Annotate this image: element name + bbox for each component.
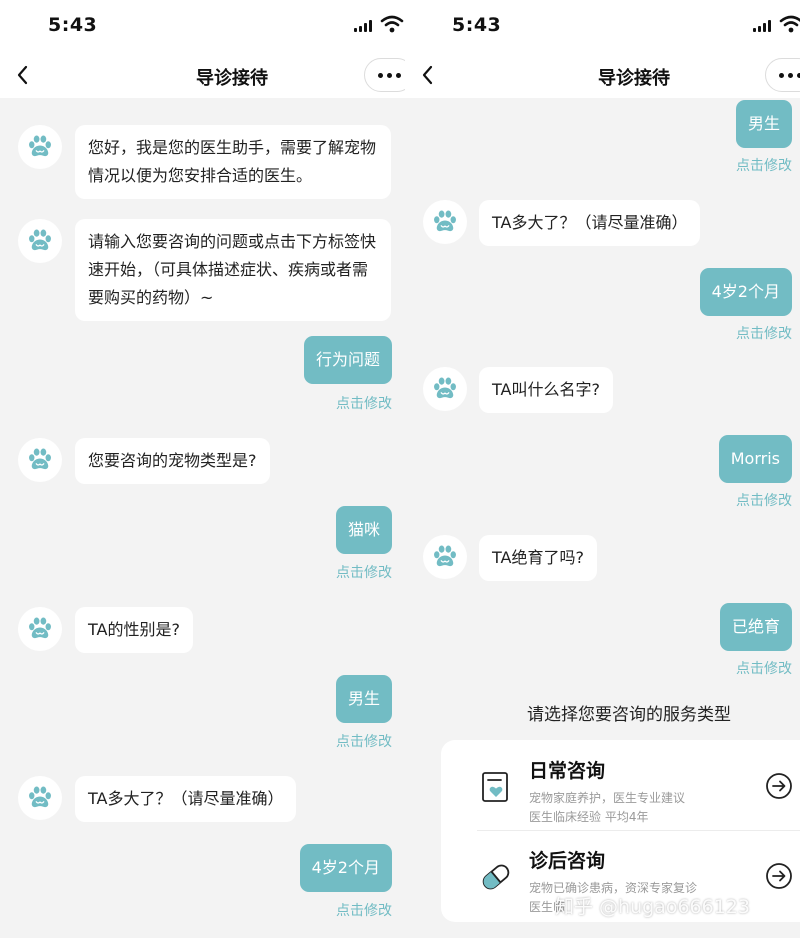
bot-message: TA叫什么名字? — [479, 367, 613, 413]
arrow-right-circle-icon[interactable] — [765, 772, 793, 800]
modify-link[interactable]: 点击修改 — [736, 658, 792, 678]
signal-icon — [354, 20, 372, 32]
more-menu-button[interactable] — [765, 58, 800, 92]
signal-icon — [753, 20, 771, 32]
modify-link[interactable]: 点击修改 — [336, 900, 392, 920]
service-type-prompt: 请选择您要咨询的服务类型 — [527, 705, 731, 725]
paw-icon — [430, 207, 460, 237]
service-desc: 宠物家庭养护，医生专业建议 — [529, 791, 686, 805]
service-name: 诊后咨询 — [529, 850, 606, 872]
service-option-daily[interactable]: 日常咨询 宠物家庭养护，医生专业建议 医生临床经验 平均4年 — [441, 742, 800, 830]
user-message: 4岁2个月 — [699, 268, 792, 316]
doctor-avatar — [18, 607, 62, 651]
wifi-icon — [380, 15, 404, 33]
doctor-avatar — [18, 776, 62, 820]
status-bar: 5:43 — [405, 0, 800, 52]
doctor-avatar — [18, 219, 62, 263]
divider — [477, 830, 800, 831]
modify-link[interactable]: 点击修改 — [336, 731, 392, 751]
status-bar: 5:43 — [0, 0, 405, 52]
user-message: 4岁2个月 — [299, 844, 392, 892]
paw-icon — [25, 614, 55, 644]
bot-message: TA的性别是? — [75, 607, 193, 653]
watermark: 知乎 @hugao666123 — [555, 896, 750, 918]
paw-icon — [430, 542, 460, 572]
bot-message: TA多大了？（请尽量准确） — [75, 776, 297, 822]
user-message: 行为问题 — [303, 336, 392, 384]
user-message: 已绝育 — [719, 603, 792, 651]
page-title: 导诊接待 — [196, 68, 268, 89]
wifi-icon — [779, 15, 800, 33]
modify-link[interactable]: 点击修改 — [736, 155, 792, 175]
nav-bar: 导诊接待 — [405, 52, 800, 98]
service-desc: 医生临床经验 平均4年 — [529, 810, 649, 824]
user-message: 男生 — [335, 675, 392, 723]
more-menu-button[interactable] — [364, 58, 405, 92]
doctor-avatar — [18, 438, 62, 482]
bot-message: TA绝育了吗? — [479, 535, 597, 581]
status-time: 5:43 — [452, 14, 502, 36]
user-message: 男生 — [735, 100, 792, 148]
doctor-avatar — [423, 535, 467, 579]
paw-icon — [25, 445, 55, 475]
arrow-right-circle-icon[interactable] — [765, 862, 793, 890]
modify-link[interactable]: 点击修改 — [336, 393, 392, 413]
back-arrow-icon[interactable] — [12, 62, 34, 88]
paw-icon — [25, 226, 55, 256]
chat-screen-right: 5:43 导诊接待 男生 点击修改 TA多大了？（请尽量准确） 4岁2个月 点击… — [405, 0, 800, 938]
page-title: 导诊接待 — [598, 68, 670, 89]
back-arrow-icon[interactable] — [417, 62, 439, 88]
modify-link[interactable]: 点击修改 — [736, 490, 792, 510]
modify-link[interactable]: 点击修改 — [336, 562, 392, 582]
service-name: 日常咨询 — [529, 760, 606, 782]
modify-link[interactable]: 点击修改 — [736, 323, 792, 343]
paw-icon — [430, 374, 460, 404]
nav-bar: 导诊接待 — [0, 52, 405, 98]
doctor-avatar — [423, 367, 467, 411]
paw-icon — [25, 132, 55, 162]
doctor-avatar — [423, 200, 467, 244]
bot-message: 您好，我是您的医生助手，需要了解宠物情况以便为您安排合适的医生。 — [75, 125, 391, 199]
doctor-avatar — [18, 125, 62, 169]
clipboard-heart-icon — [482, 772, 508, 802]
paw-icon — [25, 783, 55, 813]
pill-capsule-icon — [482, 864, 510, 890]
bot-message: 您要咨询的宠物类型是? — [75, 438, 270, 484]
chat-screen-left: 5:43 导诊接待 您好，我是您的医生助手，需要了解宠物情况以便为您安排合适的医… — [0, 0, 405, 938]
bot-message: TA多大了？（请尽量准确） — [479, 200, 701, 246]
status-time: 5:43 — [48, 14, 98, 36]
user-message: Morris — [718, 435, 792, 483]
user-message: 猫咪 — [335, 506, 392, 554]
bot-message: 请输入您要咨询的问题或点击下方标签快速开始，（可具体描述症状、疾病或者需要购买的… — [75, 219, 391, 321]
